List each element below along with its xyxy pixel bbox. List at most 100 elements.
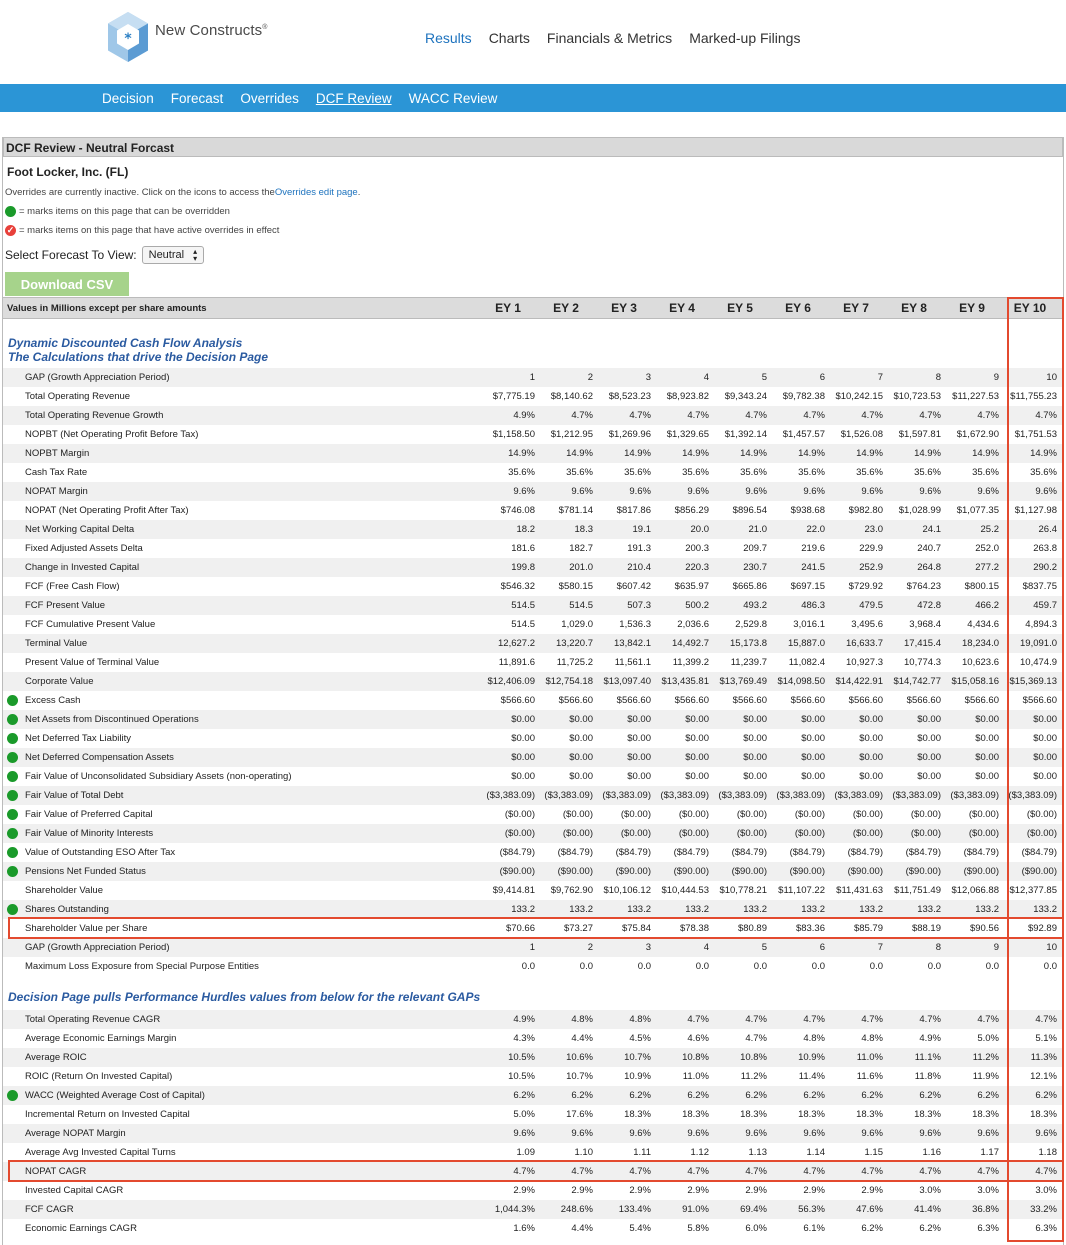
table-cell: 2.9% <box>629 1185 651 1196</box>
table-row: NOPAT CAGR 4.7% 4.7% 4.7% 4.7% 4.7% 4.7% 4.7% 4.… <box>3 1162 1063 1181</box>
table-cell: 9.6% <box>629 1128 651 1139</box>
table-cell: $635.97 <box>674 581 709 592</box>
table-cell: 3 <box>645 372 651 383</box>
table-cell: ($84.79) <box>963 847 999 858</box>
table-cell: 9.6% <box>1035 486 1057 497</box>
override-dot-icon[interactable] <box>7 828 18 839</box>
table-cell: 10,927.3 <box>846 657 883 668</box>
override-dot-icon[interactable] <box>7 771 18 782</box>
table-cell: 4.7% <box>803 410 825 421</box>
table-row: NOPAT Margin 9.6% 9.6% 9.6% 9.6% 9.6% 9.6% 9.6%… <box>3 482 1063 501</box>
table-cell: 4.7% <box>745 1014 767 1025</box>
table-cell: $1,158.50 <box>492 429 535 440</box>
table-cell: 14.9% <box>624 448 651 459</box>
table-cell: 35.6% <box>914 467 941 478</box>
table-row: Present Value of Terminal Value 11,891.6 1… <box>3 653 1063 672</box>
table-cell: 0.0 <box>811 961 825 972</box>
row-label: Economic Earnings CAGR <box>25 1223 137 1234</box>
override-dot-icon[interactable] <box>7 904 18 915</box>
table-cell: $1,077.35 <box>956 505 999 516</box>
table-cell: 209.7 <box>743 543 767 554</box>
table-cell: $1,269.96 <box>608 429 651 440</box>
override-dot-icon[interactable] <box>7 733 18 744</box>
table-cell: $566.60 <box>906 695 941 706</box>
table-cell: 4.7% <box>745 1166 767 1177</box>
table-cell: 182.7 <box>569 543 593 554</box>
table-cell: $12,066.88 <box>951 885 999 896</box>
table-cell: 1.18 <box>1038 1147 1058 1158</box>
sub-nav-wacc-review[interactable]: WACC Review <box>409 91 498 106</box>
table-cell: $0.00 <box>975 752 999 763</box>
brand-logo[interactable]: * New Constructs® <box>105 10 268 64</box>
table-cell: 1 <box>529 942 535 953</box>
table-cell: 9.6% <box>803 1128 825 1139</box>
table-cell: 9.6% <box>687 486 709 497</box>
table-cell: 500.2 <box>685 600 709 611</box>
table-cell: $0.00 <box>917 752 941 763</box>
table-cell: 4.9% <box>513 410 535 421</box>
table-cell: 199.8 <box>511 562 535 573</box>
table-cell: $566.60 <box>964 695 999 706</box>
table-cell: 35.6% <box>740 467 767 478</box>
table-cell: ($3,383.09) <box>834 790 883 801</box>
section-title-dcf: Dynamic Discounted Cash Flow Analysis <box>8 336 243 350</box>
sub-nav-decision[interactable]: Decision <box>102 91 154 106</box>
table-cell: 5.4% <box>629 1223 651 1234</box>
table-cell: ($84.79) <box>789 847 825 858</box>
sub-nav-overrides[interactable]: Overrides <box>240 91 299 106</box>
top-nav-marked-up-filings[interactable]: Marked-up Filings <box>689 30 800 46</box>
table-cell: 0.0 <box>927 961 941 972</box>
table-cell: 20.0 <box>690 524 710 535</box>
table-cell: 4.7% <box>571 1166 593 1177</box>
row-label: Total Operating Revenue <box>25 391 131 402</box>
row-label: Net Deferred Compensation Assets <box>25 752 174 763</box>
override-dot-icon[interactable] <box>7 809 18 820</box>
table-cell: 5.8% <box>687 1223 709 1234</box>
table-cell: 41.4% <box>914 1204 941 1215</box>
table-cell: ($90.00) <box>1021 866 1057 877</box>
sub-nav-forecast[interactable]: Forecast <box>171 91 224 106</box>
table-cell: 47.6% <box>856 1204 883 1215</box>
col-header: EY 7 <box>843 301 869 315</box>
table-cell: ($0.00) <box>736 809 767 820</box>
table-cell: 6 <box>819 942 825 953</box>
table-cell: 10.7% <box>624 1052 651 1063</box>
table-cell: 133.4% <box>618 1204 651 1215</box>
table-header: Values in Millions except per share amou… <box>3 297 1063 319</box>
sub-nav-dcf-review[interactable]: DCF Review <box>316 91 392 106</box>
table-cell: 10,474.9 <box>1020 657 1057 668</box>
override-dot-icon[interactable] <box>7 866 18 877</box>
table-cell: $11,227.53 <box>952 391 999 402</box>
override-dot-icon[interactable] <box>7 714 18 725</box>
table-cell: $0.00 <box>627 771 651 782</box>
override-dot-icon[interactable] <box>7 790 18 801</box>
table-cell: ($90.00) <box>557 866 593 877</box>
table-cell: 1.17 <box>980 1147 1000 1158</box>
override-dot-icon[interactable] <box>7 752 18 763</box>
table-row: Total Operating Revenue $7,775.19 $8,140.6… <box>3 387 1063 406</box>
override-dot-icon[interactable] <box>7 1090 18 1101</box>
table-cell: 11,399.2 <box>672 657 709 668</box>
override-dot-icon[interactable] <box>7 847 18 858</box>
overrides-edit-link[interactable]: Overrides edit page <box>275 187 358 198</box>
download-csv-button[interactable]: Download CSV <box>5 272 129 296</box>
table-cell: $7,775.19 <box>492 391 535 402</box>
row-label: Terminal Value <box>25 638 88 649</box>
top-nav-charts[interactable]: Charts <box>489 30 530 46</box>
table-cell: 1.6% <box>513 1223 535 1234</box>
table-cell: 220.3 <box>685 562 709 573</box>
forecast-select[interactable]: Neutral ▴ ▾ <box>141 245 205 264</box>
table-cell: 133.2 <box>975 904 999 915</box>
top-nav-results[interactable]: Results <box>425 30 472 46</box>
table-row: Shareholder Value $9,414.81 $9,762.90 $10,1… <box>3 881 1063 900</box>
table-cell: $607.42 <box>616 581 651 592</box>
table-cell: 14.9% <box>740 448 767 459</box>
table-cell: ($0.00) <box>678 809 709 820</box>
override-dot-icon[interactable] <box>7 695 18 706</box>
table-cell: $0.00 <box>743 714 767 725</box>
top-nav-financials-metrics[interactable]: Financials & Metrics <box>547 30 672 46</box>
table-cell: 0.0 <box>753 961 767 972</box>
svg-text:*: * <box>124 31 132 47</box>
table-cell: $982.80 <box>848 505 883 516</box>
table-cell: 4,894.3 <box>1025 619 1057 630</box>
